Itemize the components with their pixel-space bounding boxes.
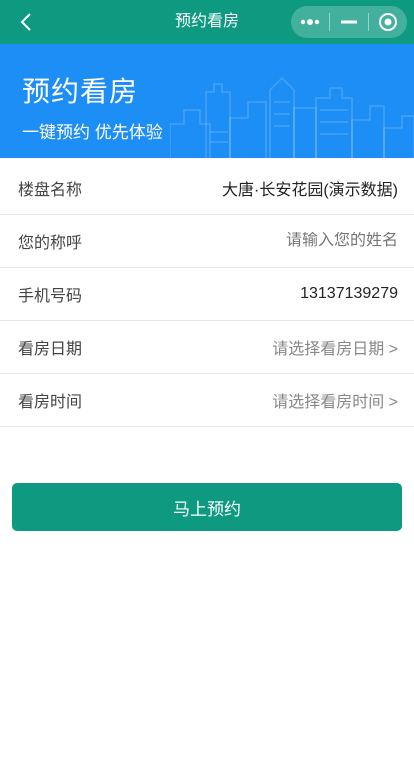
city-skyline-icon bbox=[170, 76, 414, 158]
more-button[interactable] bbox=[291, 6, 329, 38]
submit-booking-button[interactable]: 马上预约 bbox=[12, 483, 402, 531]
phone-value[interactable]: 13137139279 bbox=[300, 285, 398, 303]
close-button[interactable] bbox=[369, 6, 407, 38]
name-label: 您的称呼 bbox=[18, 235, 83, 252]
property-label: 楼盘名称 bbox=[18, 182, 83, 199]
date-picker[interactable]: 请选择看房日期 > bbox=[272, 335, 398, 359]
property-value: 大唐·长安花园(演示数据) bbox=[222, 182, 398, 199]
form-row-date[interactable]: 看房日期 请选择看房日期 > bbox=[0, 321, 414, 374]
form-row-property: 楼盘名称 大唐·长安花园(演示数据) bbox=[0, 162, 414, 215]
navigation-bar: 预约看房 bbox=[0, 0, 414, 44]
banner: 预约看房 一键预约 优先体验 bbox=[0, 44, 414, 158]
menu-capsule bbox=[291, 6, 407, 38]
booking-form: 楼盘名称 大唐·长安花园(演示数据) 您的称呼 手机号码 13137139279… bbox=[0, 162, 414, 427]
form-row-time[interactable]: 看房时间 请选择看房时间 > bbox=[0, 374, 414, 427]
date-label: 看房日期 bbox=[18, 341, 83, 358]
phone-label: 手机号码 bbox=[18, 288, 83, 305]
banner-title: 预约看房 bbox=[22, 76, 139, 107]
form-row-phone: 手机号码 13137139279 bbox=[0, 268, 414, 321]
minimize-icon bbox=[341, 20, 357, 24]
name-input[interactable] bbox=[198, 232, 398, 250]
more-dots-icon bbox=[300, 19, 320, 25]
minimize-button[interactable] bbox=[330, 6, 368, 38]
target-close-icon bbox=[379, 13, 397, 31]
banner-subtitle: 一键预约 优先体验 bbox=[22, 123, 163, 142]
time-label: 看房时间 bbox=[18, 394, 83, 411]
form-row-name: 您的称呼 bbox=[0, 215, 414, 268]
time-picker[interactable]: 请选择看房时间 > bbox=[272, 388, 398, 412]
